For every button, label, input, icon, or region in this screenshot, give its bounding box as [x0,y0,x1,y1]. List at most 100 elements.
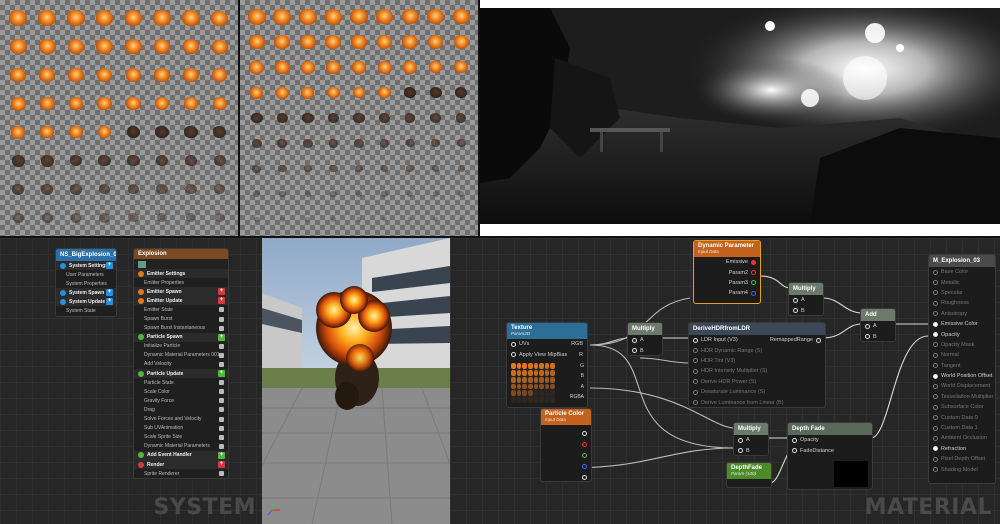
pin-icon[interactable] [865,334,870,340]
input-pin-desaturate[interactable]: Desaturate Luminance (S) [689,387,825,397]
output-pin-remapped-range[interactable]: RemappedRange [770,337,813,343]
pin-icon[interactable] [693,358,698,364]
input-pin-intensity[interactable]: HDR Intensity Multiplier (S) [689,366,825,376]
stack-module[interactable]: Gravity Force [134,396,228,406]
result-input-pin[interactable]: World Position Offset [929,371,995,381]
stack-group-header[interactable]: Render + [134,459,228,470]
result-input-pin[interactable]: Tangent [929,361,995,371]
stack-module[interactable]: System State [56,306,116,316]
texture-sample-node[interactable]: Texture Param2D UVs RGB Apply View MipBia… [506,322,588,408]
add-module-icon[interactable]: + [218,451,225,459]
pin-icon[interactable] [511,352,516,358]
add-module-icon[interactable]: + [106,262,113,270]
stack-group-header[interactable]: Particle Update + [134,369,228,379]
input-pin-a[interactable]: A [734,435,768,445]
niagara-preview-viewport[interactable] [262,238,450,524]
stack-group-header[interactable]: System Spawn + [56,288,116,298]
pin-icon[interactable] [693,389,698,395]
multiply-node-opacity[interactable]: Multiply A B [733,422,769,456]
pin-icon[interactable] [933,352,938,358]
pin-icon[interactable] [933,456,938,462]
pin-icon[interactable] [511,341,516,347]
pin-icon[interactable] [933,280,938,286]
pin-icon[interactable] [933,373,938,379]
enable-checkbox[interactable] [219,307,224,313]
output-pin-param2[interactable]: Param2 [694,267,760,277]
derive-hdr-header[interactable]: DeriveHDRfromLDR [689,323,825,335]
pin-icon[interactable] [933,415,938,421]
stack-module[interactable]: Scale Color [134,387,228,397]
stack-module[interactable]: Spawn Burst Instantaneous [134,323,228,333]
stack-module[interactable]: Dynamic Material Parameters 001 [134,350,228,360]
stack-group-header[interactable]: Emitter Settings [134,269,228,279]
derive-hdr-from-ldr-node[interactable]: DeriveHDRfromLDR LDR Input (V3) RemappedR… [688,322,826,408]
stack-group-header[interactable]: System Update + [56,297,116,307]
enable-checkbox[interactable] [219,416,224,422]
result-input-pin[interactable]: World Displacement [929,381,995,391]
depth-fade-header[interactable]: Depth Fade [788,423,872,435]
result-input-pin[interactable]: Custom Data 0 [929,412,995,422]
result-input-pin[interactable]: Roughness [929,298,995,308]
input-pin-b[interactable]: B [734,445,768,455]
add-module-icon[interactable]: + [218,461,225,469]
pin-icon[interactable] [792,448,797,454]
input-pin-a[interactable]: A [628,335,662,345]
add-module-icon[interactable]: + [106,289,113,297]
enable-checkbox[interactable] [219,352,224,358]
pin-icon[interactable] [738,448,743,454]
pin-icon[interactable] [933,311,938,317]
add-module-icon[interactable]: + [218,370,225,378]
result-input-pin[interactable]: Refraction [929,444,995,454]
result-input-pin[interactable]: Shading Model [929,464,995,474]
multiply-header[interactable]: Multiply [628,323,662,335]
output-pin-param3[interactable]: Param3 [694,278,760,288]
stack-module[interactable]: Sub UVAnimation [134,423,228,433]
stack-module[interactable]: Emitter State [134,305,228,315]
pin-icon[interactable] [693,348,698,354]
pin-icon[interactable] [632,348,637,354]
result-input-pin[interactable]: Specular [929,288,995,298]
stack-module[interactable]: Solve Forces and Velocity [134,414,228,424]
input-pin-hdr-tint[interactable]: HDR Tint (V3) [689,356,825,366]
input-pin-opacity[interactable]: Opacity [788,435,872,445]
multiply-header[interactable]: Multiply [789,283,823,295]
pin-icon[interactable] [933,383,938,389]
pin-icon[interactable] [933,363,938,369]
input-pin-mipbias[interactable]: Apply View MipBias R [507,349,587,359]
pin-icon[interactable] [933,394,938,400]
depth-fade-param-header[interactable]: DepthFade Param (100) [727,463,771,479]
stack-group-header[interactable]: Add Event Handler + [134,450,228,460]
pin-icon[interactable] [933,425,938,431]
stack-module[interactable]: Drag [134,405,228,415]
system-graph-panel[interactable]: NS_BigExplosion_03 System Settings + User … [0,238,262,524]
stack-module[interactable]: Emitter Properties [134,278,228,288]
output-pin-b[interactable] [582,464,587,469]
input-pin-b[interactable]: B [861,331,895,341]
material-graph-panel[interactable]: Dynamic Parameter Input Data Emissive Pa… [450,238,1000,524]
input-pin-uvs[interactable]: UVs RGB [507,339,587,349]
stack-group-header[interactable]: System Settings + [56,261,116,271]
result-header[interactable]: M_Explosion_03 [929,255,995,267]
pin-icon[interactable] [933,332,938,338]
enable-checkbox[interactable] [219,380,224,386]
stack-module[interactable]: System Properties [56,279,116,289]
output-pin-param4[interactable]: Param4 [694,288,760,298]
pin-icon[interactable] [933,342,938,348]
emitter-node-header[interactable]: Explosion [134,249,228,259]
pin-icon[interactable] [865,323,870,329]
pin-icon[interactable] [933,269,938,275]
result-input-pin[interactable]: Metallic [929,277,995,287]
stack-group-header[interactable]: Emitter Spawn + [134,287,228,297]
output-pin-a[interactable]: A [570,382,584,392]
enable-checkbox[interactable] [219,398,224,404]
input-pin-dynamic-range[interactable]: HDR Dynamic Range (S) [689,345,825,355]
output-pin-g[interactable]: G [570,361,584,371]
pin-icon[interactable] [793,308,798,314]
stack-module[interactable]: Particle State [134,378,228,388]
stack-module[interactable]: Initialize Particle [134,341,228,351]
enable-checkbox[interactable] [219,325,224,331]
pin-icon[interactable] [751,270,756,276]
output-pin-a[interactable] [582,475,587,480]
pin-icon[interactable] [792,437,797,443]
add-module-icon[interactable]: + [106,298,113,306]
